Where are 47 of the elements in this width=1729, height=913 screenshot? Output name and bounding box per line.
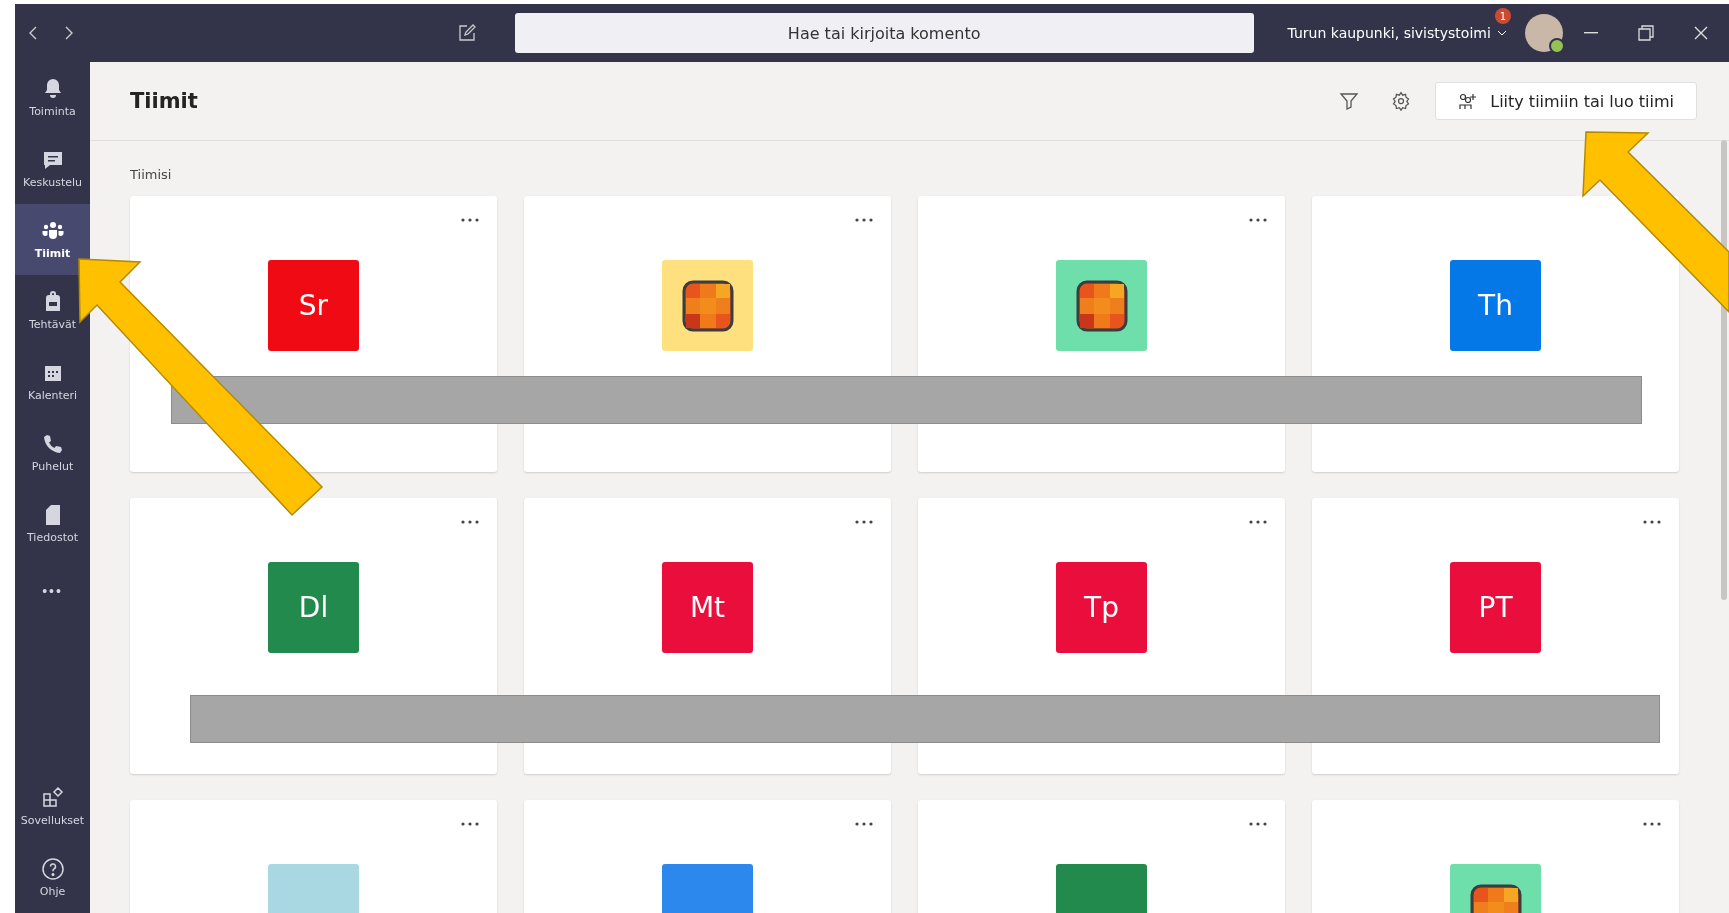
notification-badge: 1 (1494, 8, 1511, 24)
nav-item[interactable]: Ohje (15, 842, 90, 913)
section-label: Tiimisi (130, 167, 173, 182)
nav-item[interactable]: Puhelut (15, 417, 90, 488)
ellipsis-icon (1249, 218, 1267, 222)
ellipsis-icon (461, 822, 479, 826)
grid-logo-icon (681, 279, 734, 332)
ellipsis-icon (855, 520, 873, 524)
team-initials-tile: Sr (268, 260, 359, 351)
nav-item[interactable]: Sovellukset (15, 771, 90, 842)
team-initials-tile: Th (1450, 260, 1541, 351)
nav-item[interactable]: Toiminta (15, 62, 90, 133)
close-icon (1694, 26, 1709, 40)
settings-icon (1391, 91, 1412, 111)
org-switcher[interactable]: Turun kaupunki, sivistystoimi (1287, 25, 1507, 41)
nav-item[interactable]: Keskustelu (15, 133, 90, 204)
apps-icon (40, 786, 65, 810)
chevron-left-icon (28, 26, 37, 40)
chevron-right-icon (64, 26, 73, 40)
nav-item[interactable]: Kalenteri (15, 346, 90, 417)
help-icon (40, 857, 65, 881)
ellipsis-icon (1249, 822, 1267, 826)
people-add-icon (1458, 92, 1479, 110)
nav-item[interactable]: Tiimit (15, 204, 90, 275)
ellipsis-icon (1643, 520, 1661, 524)
minimize-icon (1583, 32, 1598, 34)
ellipsis-icon (855, 822, 873, 826)
page-title: Tiimit (130, 89, 199, 113)
team-initials-tile: Tp (1056, 562, 1147, 653)
team-initials-tile: Dl (268, 562, 359, 653)
more-apps-button[interactable]: ••• (15, 559, 90, 623)
search-field[interactable]: Hae tai kirjoita komento (514, 13, 1254, 53)
grid-logo-icon (1075, 279, 1128, 332)
ellipsis-icon (855, 218, 873, 222)
ellipsis-icon (1643, 822, 1661, 826)
edit-icon (458, 24, 477, 42)
join-or-create-team-button[interactable]: Liity tiimiin tai luo tiimi (1435, 82, 1697, 120)
restore-icon (1637, 25, 1654, 41)
nav-item[interactable]: Tiedostot (15, 488, 90, 559)
ellipsis-icon (461, 218, 479, 222)
team-initials-tile: PT (1450, 562, 1541, 653)
avatar[interactable] (1524, 14, 1563, 52)
chevron-down-icon (1496, 29, 1507, 37)
team-initials-tile: Mt (662, 562, 753, 653)
filter-icon (1339, 91, 1360, 111)
ellipsis-icon (1249, 520, 1267, 524)
ellipsis-icon (461, 520, 479, 524)
